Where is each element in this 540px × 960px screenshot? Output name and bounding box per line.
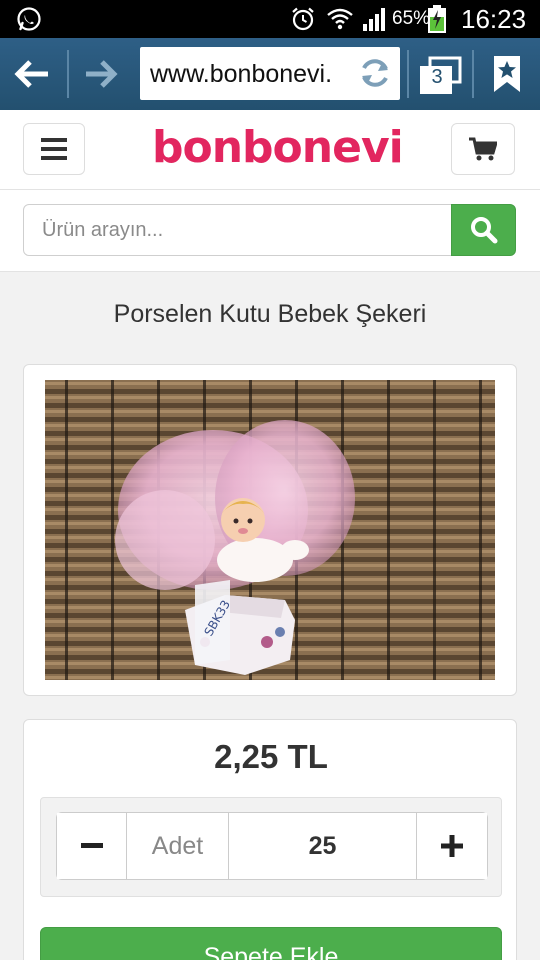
whatsapp-icon bbox=[17, 7, 41, 31]
reload-icon[interactable] bbox=[356, 54, 394, 92]
increase-quantity-button[interactable] bbox=[417, 813, 487, 879]
back-arrow-icon[interactable] bbox=[10, 52, 56, 96]
site-header: bonbonevi bbox=[0, 110, 540, 190]
cart-icon bbox=[469, 137, 497, 161]
quantity-label: Adet bbox=[127, 813, 229, 879]
forward-arrow-icon[interactable] bbox=[78, 52, 124, 96]
search-bar bbox=[0, 190, 540, 272]
product-title: Porselen Kutu Bebek Şekeri bbox=[113, 300, 427, 328]
quantity-well: Adet 25 bbox=[40, 797, 502, 897]
search-icon bbox=[470, 217, 497, 244]
minus-icon bbox=[80, 843, 103, 848]
alarm-icon bbox=[292, 7, 314, 31]
bookmark-star-icon[interactable] bbox=[492, 54, 522, 94]
product-price: 2,25 TL bbox=[214, 738, 328, 775]
hamburger-icon bbox=[41, 138, 67, 160]
wifi-icon bbox=[327, 8, 353, 30]
decrease-quantity-button[interactable] bbox=[57, 813, 127, 879]
plus-icon bbox=[441, 835, 463, 857]
quantity-input[interactable]: 25 bbox=[229, 813, 417, 879]
add-to-cart-button[interactable]: Sepete Ekle bbox=[40, 927, 502, 960]
tab-count: 3 bbox=[431, 66, 443, 88]
browser-toolbar: www.bonbonevi. 3 bbox=[0, 38, 540, 110]
purchase-card: 2,25 TL Adet 25 Sepete Ekle bbox=[23, 719, 517, 960]
status-bar: 65% 16:23 bbox=[0, 0, 540, 38]
product-image-card: SBK33 bbox=[23, 364, 517, 696]
site-logo[interactable]: bonbonevi bbox=[152, 122, 404, 173]
signal-icon bbox=[363, 8, 385, 31]
cart-button[interactable] bbox=[451, 123, 515, 175]
clock: 16:23 bbox=[461, 4, 527, 34]
search-button[interactable] bbox=[451, 204, 516, 256]
url-text: www.bonbonevi. bbox=[150, 60, 333, 88]
toolbar-divider bbox=[67, 50, 69, 98]
toolbar-divider bbox=[472, 50, 474, 98]
product-photo[interactable]: SBK33 bbox=[45, 380, 495, 680]
battery-charging-icon bbox=[428, 5, 446, 33]
search-input[interactable] bbox=[23, 204, 453, 256]
address-bar[interactable]: www.bonbonevi. bbox=[140, 47, 400, 100]
quantity-stepper: Adet 25 bbox=[56, 812, 488, 880]
battery-percent: 65% bbox=[392, 8, 431, 29]
toolbar-divider bbox=[407, 50, 409, 98]
menu-button[interactable] bbox=[23, 123, 85, 175]
